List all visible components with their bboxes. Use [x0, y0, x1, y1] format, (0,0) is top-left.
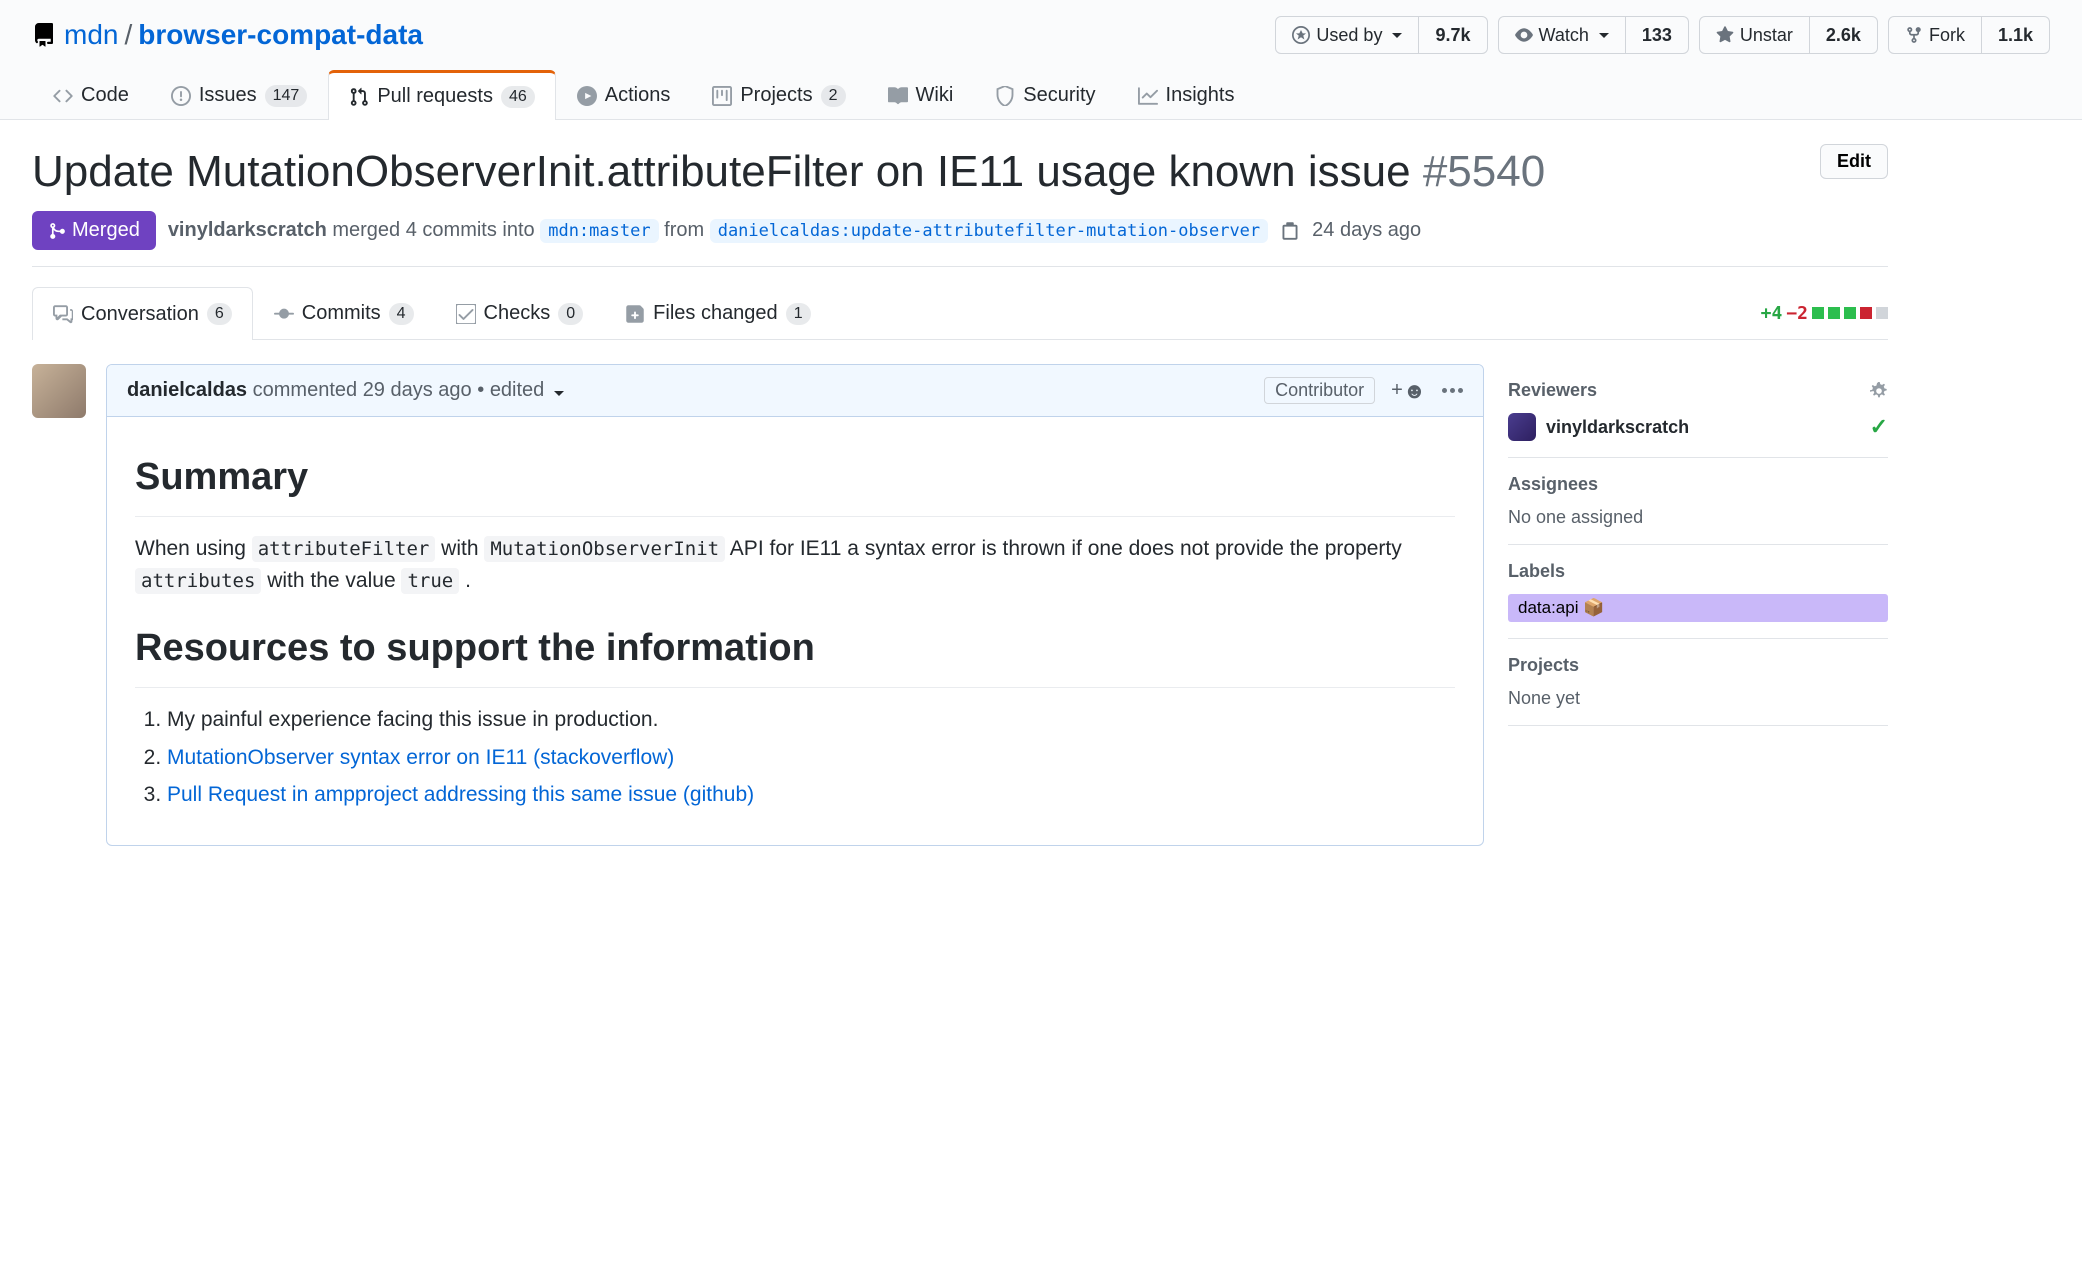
repo-icon — [32, 23, 56, 47]
tab-projects[interactable]: Projects 2 — [691, 71, 866, 119]
fork-button[interactable]: Fork — [1888, 16, 1982, 54]
merge-text-2: from — [664, 219, 704, 241]
comment: danielcaldas commented 29 days ago • edi… — [106, 364, 1484, 846]
tab-wiki-label: Wiki — [916, 84, 954, 107]
comment-author-link[interactable]: danielcaldas — [127, 379, 247, 401]
tab-files-label: Files changed — [653, 302, 778, 325]
resource-link-2[interactable]: MutationObserver syntax error on IE11 (s… — [167, 746, 674, 769]
role-badge: Contributor — [1264, 377, 1375, 404]
merge-text-1: merged 4 commits into — [332, 219, 534, 241]
fork-count[interactable]: 1.1k — [1982, 16, 2050, 54]
conv-count: 6 — [207, 303, 232, 325]
issues-count: 147 — [265, 85, 308, 107]
checks-count: 0 — [558, 303, 583, 325]
tab-commits-label: Commits — [302, 302, 381, 325]
pr-sidebar: Reviewers vinyldarkscratch ✓ Assignees N… — [1508, 364, 1888, 846]
summary-heading: Summary — [135, 449, 1455, 517]
projects-heading: Projects — [1508, 655, 1579, 676]
head-branch[interactable]: danielcaldas:update-attributefilter-muta… — [710, 219, 1268, 243]
diff-del: −2 — [1786, 303, 1808, 324]
pr-tabs: Conversation 6 Commits 4 Checks 0 Files … — [32, 287, 832, 339]
pr-number: #5540 — [1423, 147, 1545, 196]
tab-actions[interactable]: Actions — [556, 71, 692, 119]
diff-add: +4 — [1761, 303, 1783, 324]
reviewers-heading: Reviewers — [1508, 380, 1597, 401]
reviewer-link[interactable]: vinyldarkscratch — [1546, 417, 1689, 438]
projects-count: 2 — [821, 85, 846, 107]
tab-security[interactable]: Security — [974, 71, 1116, 119]
check-icon: ✓ — [1870, 414, 1888, 440]
tab-checks-label: Checks — [484, 302, 551, 325]
tab-pull-requests[interactable]: Pull requests 46 — [328, 70, 555, 120]
tab-insights-label: Insights — [1166, 84, 1235, 107]
watch-label: Watch — [1539, 23, 1589, 47]
labels-heading: Labels — [1508, 561, 1565, 582]
pr-title: Update MutationObserverInit.attributeFil… — [32, 144, 1545, 199]
resource-link-3[interactable]: Pull Request in ampproject addressing th… — [167, 783, 754, 806]
assignees-heading: Assignees — [1508, 474, 1598, 495]
pagehead-actions: Used by 9.7k Watch 133 Unstar 2.6k — [1275, 16, 2050, 54]
watch-button[interactable]: Watch — [1498, 16, 1626, 54]
merge-time: 24 days ago — [1312, 219, 1421, 242]
repo-name-link[interactable]: browser-compat-data — [138, 19, 423, 51]
star-count[interactable]: 2.6k — [1810, 16, 1878, 54]
resources-heading: Resources to support the information — [135, 620, 1455, 688]
pulls-count: 46 — [501, 86, 535, 108]
base-branch[interactable]: mdn:master — [540, 219, 658, 243]
tab-issues-label: Issues — [199, 84, 257, 107]
tab-conv-label: Conversation — [81, 303, 199, 326]
tab-pulls-label: Pull requests — [377, 85, 493, 108]
label-tag[interactable]: data:api 📦 — [1508, 594, 1888, 622]
tab-projects-label: Projects — [740, 84, 812, 107]
comment-time-link[interactable]: 29 days ago — [363, 379, 472, 401]
tab-security-label: Security — [1023, 84, 1095, 107]
pr-title-text: Update MutationObserverInit.attributeFil… — [32, 147, 1411, 196]
comment-body: Summary When using attributeFilter with … — [107, 417, 1483, 845]
assignees-value: No one assigned — [1508, 507, 1888, 528]
add-reaction-button[interactable]: +☻ — [1391, 378, 1426, 404]
used-by-button[interactable]: Used by — [1275, 16, 1419, 54]
star-label: Unstar — [1740, 23, 1793, 47]
watch-count[interactable]: 133 — [1626, 16, 1689, 54]
pr-state-badge: Merged — [32, 211, 156, 250]
clipboard-icon[interactable] — [1280, 221, 1300, 241]
used-by-count[interactable]: 9.7k — [1419, 16, 1487, 54]
pr-state-label: Merged — [72, 219, 140, 242]
comment-author-avatar[interactable] — [32, 364, 86, 418]
pr-meta: Merged vinyldarkscratch merged 4 commits… — [32, 211, 1888, 267]
tab-checks[interactable]: Checks 0 — [435, 287, 605, 339]
used-by-label: Used by — [1316, 23, 1382, 47]
tab-commits[interactable]: Commits 4 — [253, 287, 435, 339]
repo-title: mdn / browser-compat-data — [32, 19, 423, 51]
tab-issues[interactable]: Issues 147 — [150, 71, 329, 119]
resource-item-1: My painful experience facing this issue … — [167, 704, 1455, 736]
tab-wiki[interactable]: Wiki — [867, 71, 975, 119]
repo-nav: Code Issues 147 Pull requests 46 Actions… — [32, 70, 2050, 119]
reviewer-avatar[interactable] — [1508, 413, 1536, 441]
fork-label: Fork — [1929, 23, 1965, 47]
star-button[interactable]: Unstar — [1699, 16, 1810, 54]
comment-menu-button[interactable] — [1442, 388, 1463, 393]
gear-icon[interactable] — [1870, 382, 1888, 400]
merger-link[interactable]: vinyldarkscratch — [168, 219, 327, 241]
tab-code[interactable]: Code — [32, 71, 150, 119]
tab-files[interactable]: Files changed 1 — [604, 287, 831, 339]
tab-actions-label: Actions — [605, 84, 671, 107]
tab-code-label: Code — [81, 84, 129, 107]
repo-owner-link[interactable]: mdn — [64, 19, 118, 51]
tab-insights[interactable]: Insights — [1117, 71, 1256, 119]
files-count: 1 — [786, 303, 811, 325]
commits-count: 4 — [389, 303, 414, 325]
projects-value: None yet — [1508, 688, 1888, 709]
diffstat: +4 −2 — [1761, 303, 1888, 324]
edit-button[interactable]: Edit — [1820, 144, 1888, 179]
edited-label: edited — [490, 379, 545, 401]
tab-conversation[interactable]: Conversation 6 — [32, 287, 253, 340]
comment-verb: commented — [253, 379, 358, 401]
